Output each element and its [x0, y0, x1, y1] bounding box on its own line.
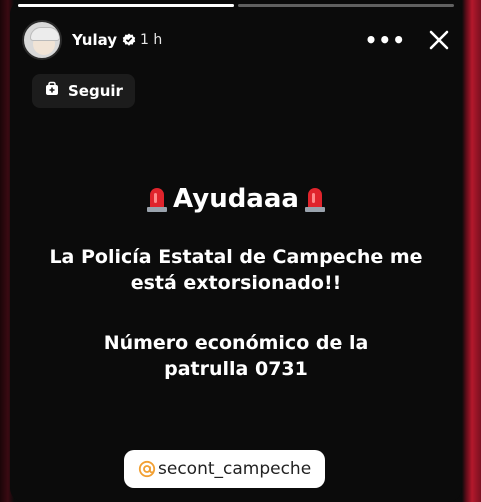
- avatar[interactable]: [22, 20, 62, 60]
- message-line: patrulla 0731: [164, 358, 308, 380]
- story-header: Yulay 1 h •••: [22, 18, 450, 62]
- more-options-button[interactable]: •••: [365, 28, 406, 52]
- close-icon[interactable]: [428, 29, 450, 51]
- message-line: está extorsionado!!: [130, 272, 342, 294]
- follow-button-label: Seguir: [68, 82, 123, 100]
- verified-badge-icon: [122, 33, 136, 47]
- story-title: Ayudaaa: [10, 184, 462, 214]
- mention-handle: secont_campeche: [158, 459, 312, 479]
- message-paragraph-2: Número económico de la patrulla 0731: [20, 330, 452, 382]
- siren-emoji-icon: [303, 185, 327, 213]
- progress-segment: [238, 4, 454, 7]
- progress-segment: [18, 4, 234, 7]
- mention-sticker[interactable]: secont_campeche: [124, 450, 326, 488]
- story-progress: [18, 4, 454, 7]
- mention-at-icon: [138, 460, 156, 478]
- story-viewer[interactable]: Yulay 1 h ••• Seguir Ayudaaa La Policía …: [10, 0, 462, 502]
- post-time: 1 h: [140, 32, 163, 48]
- username[interactable]: Yulay: [72, 31, 117, 49]
- message-line: Número económico de la: [103, 332, 369, 354]
- message-line: La Policía Estatal de Campeche me: [49, 246, 423, 268]
- message-paragraph-1: La Policía Estatal de Campeche me está e…: [20, 244, 452, 296]
- follow-button[interactable]: Seguir: [32, 74, 135, 108]
- story-title-text: Ayudaaa: [173, 184, 299, 214]
- siren-emoji-icon: [145, 185, 169, 213]
- follow-icon: [44, 81, 60, 101]
